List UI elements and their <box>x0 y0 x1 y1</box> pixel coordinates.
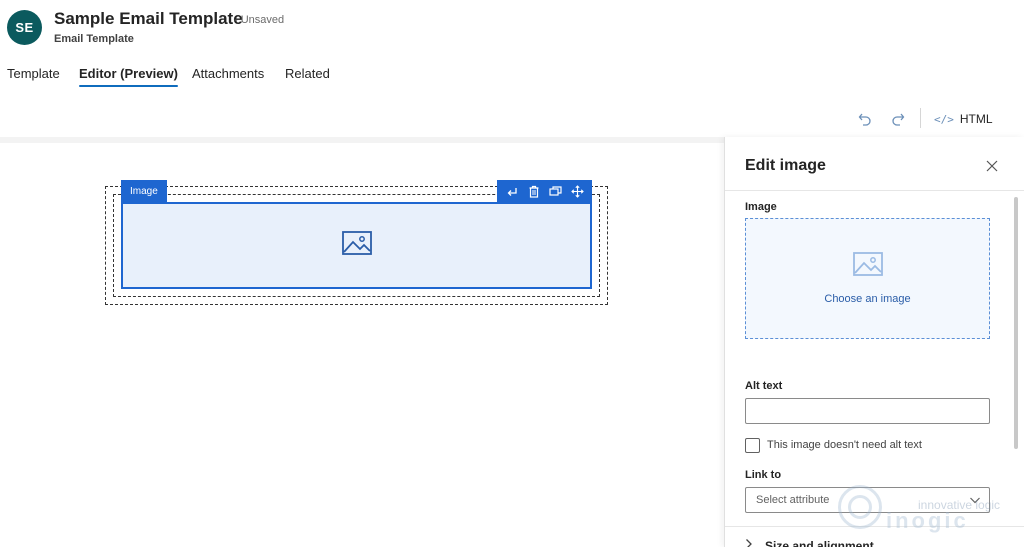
html-button-label: HTML <box>959 112 993 126</box>
image-block-label: Image <box>121 180 167 203</box>
move-icon[interactable] <box>569 184 585 200</box>
size-alignment-label: Size and alignment <box>765 538 874 547</box>
panel-scrollbar[interactable] <box>1014 197 1018 449</box>
no-alt-text-checkbox[interactable] <box>745 438 760 453</box>
tab-template[interactable]: Template <box>7 66 60 87</box>
toolbar-separator <box>920 108 921 128</box>
app-header: SE Sample Email Template - Unsaved Email… <box>0 0 1024 137</box>
redo-icon[interactable] <box>888 109 908 129</box>
undo-icon[interactable] <box>855 109 875 129</box>
panel-title: Edit image <box>745 157 826 174</box>
link-to-placeholder: Select attribute <box>756 494 830 506</box>
tab-related[interactable]: Related <box>285 66 330 87</box>
close-icon[interactable] <box>983 157 1001 175</box>
enter-icon[interactable] <box>504 184 520 200</box>
link-to-label: Link to <box>745 469 782 481</box>
image-field-label: Image <box>745 201 777 213</box>
page-title: Sample Email Template <box>54 9 243 28</box>
no-alt-text-label: This image doesn't need alt text <box>767 439 922 451</box>
tab-attachments[interactable]: Attachments <box>192 66 264 87</box>
code-icon: </> <box>934 112 954 126</box>
section-divider <box>725 526 1024 527</box>
image-icon <box>341 231 372 260</box>
save-status: - Unsaved <box>234 14 285 26</box>
link-to-select[interactable]: Select attribute <box>745 487 990 513</box>
alt-text-input[interactable] <box>745 398 990 424</box>
page-subtitle: Email Template <box>54 33 134 45</box>
image-block[interactable] <box>121 202 592 289</box>
choose-image-text: Choose an image <box>824 293 911 305</box>
edit-image-panel: Edit image Image Choose an image Alt tex… <box>724 137 1024 547</box>
alt-text-label: Alt text <box>745 380 783 392</box>
chevron-down-icon <box>969 494 981 509</box>
chevron-right-icon <box>745 538 753 547</box>
panel-divider <box>725 190 1024 191</box>
delete-icon[interactable] <box>526 184 542 200</box>
avatar: SE <box>7 10 42 45</box>
image-placeholder-icon <box>852 252 883 281</box>
image-block-actions <box>497 180 592 203</box>
html-button[interactable]: </> HTML <box>934 110 993 128</box>
duplicate-icon[interactable] <box>547 184 563 200</box>
size-alignment-section[interactable]: Size and alignment <box>745 538 874 547</box>
tab-editor-preview[interactable]: Editor (Preview) <box>79 66 178 87</box>
choose-image-dropzone[interactable]: Choose an image <box>745 218 990 339</box>
